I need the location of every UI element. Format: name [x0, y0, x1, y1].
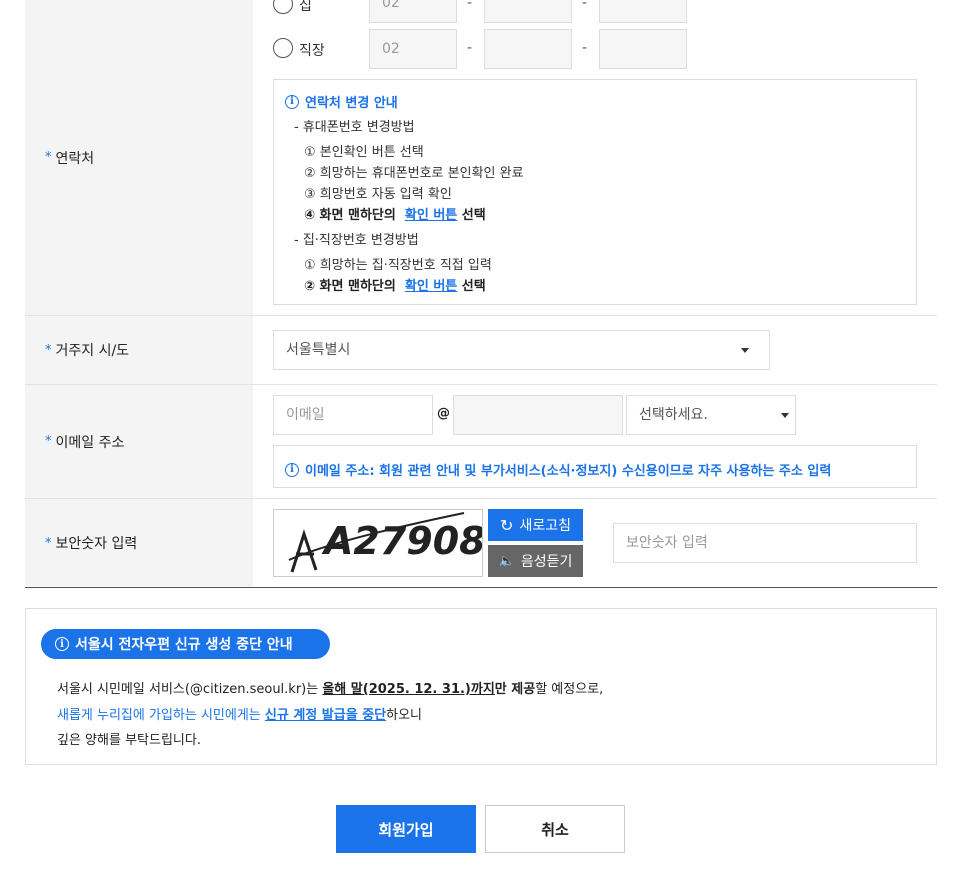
notice-line-2: 새롭게 누리집에 가입하는 시민에게는 신규 계정 발급을 중단하오니	[57, 708, 422, 723]
email-domain-select[interactable]: 선택하세요.	[626, 395, 796, 435]
confirm-button-link[interactable]: 확인 버튼	[405, 208, 457, 223]
notice-box: i 서울시 전자우편 신규 생성 중단 안내 서울시 시민메일 서비스(@citi…	[25, 608, 937, 765]
label-region: * 거주지 시/도	[25, 316, 253, 384]
chevron-down-icon	[741, 348, 749, 353]
home-tel-last[interactable]	[599, 0, 687, 23]
label-email: * 이메일 주소	[25, 385, 253, 498]
contact-info-box: i 연락처 변경 안내 - 휴대폰번호 변경방법 ① 본인확인 버튼 선택 ② 희…	[273, 79, 917, 305]
chevron-down-icon	[781, 413, 789, 418]
info-icon: i	[55, 637, 69, 651]
captcha-image: A27908	[273, 509, 483, 577]
signup-button[interactable]: 회원가입	[336, 805, 476, 853]
captcha-refresh-button[interactable]: ↻ 새로고침	[488, 509, 583, 541]
notice-title-pill: i 서울시 전자우편 신규 생성 중단 안내	[41, 629, 330, 659]
region-select[interactable]: 서울특별시	[273, 330, 770, 370]
contact-info-title: i 연락처 변경 안내	[285, 92, 398, 111]
speaker-icon: 🔈	[498, 553, 515, 569]
home-area-code[interactable]: 02	[369, 0, 457, 23]
confirm-button-link-2[interactable]: 확인 버튼	[405, 279, 457, 294]
radio-work[interactable]	[273, 38, 293, 58]
radio-work-label: 직장	[299, 43, 325, 59]
work-area-code[interactable]: 02	[369, 29, 457, 69]
captcha-audio-button[interactable]: 🔈 음성듣기	[488, 545, 583, 577]
captcha-text: A27908	[321, 519, 483, 563]
label-captcha: * 보안숫자 입력	[25, 499, 253, 587]
row-region: * 거주지 시/도 서울특별시	[25, 316, 937, 385]
row-captcha: * 보안숫자 입력 A27908 ↻ 새로고침 🔈 음성듣기 보안숫자 입력	[25, 499, 937, 588]
info-icon: i	[285, 462, 299, 477]
captcha-graphic: A27908	[288, 512, 483, 573]
notice-line-1: 서울시 시민메일 서비스(@citizen.seoul.kr)는 올해 말(20…	[57, 682, 604, 697]
cancel-button[interactable]: 취소	[485, 805, 625, 853]
work-tel-middle[interactable]	[484, 29, 572, 69]
email-at-sign: @	[437, 406, 450, 421]
home-tel-middle[interactable]	[484, 0, 572, 23]
row-contact: * 연락처 집 02 - - 직장 02 - - i 연락처 변경 안내 - 휴대	[25, 0, 937, 316]
work-tel-last[interactable]	[599, 29, 687, 69]
email-local-input[interactable]: 이메일	[273, 395, 433, 435]
email-domain-input[interactable]	[453, 395, 623, 435]
radio-home[interactable]	[273, 0, 293, 14]
form-table: * 연락처 집 02 - - 직장 02 - - i 연락처 변경 안내 - 휴대	[25, 0, 937, 588]
info-icon: i	[285, 94, 299, 109]
row-email: * 이메일 주소 이메일 @ 선택하세요. i 이메일 주소: 회원 관련 안내 및…	[25, 385, 937, 499]
radio-home-label: 집	[299, 0, 312, 14]
captcha-input[interactable]: 보안숫자 입력	[613, 523, 917, 563]
refresh-icon: ↻	[500, 515, 514, 535]
email-info-box: i 이메일 주소: 회원 관련 안내 및 부가서비스(소식·정보지) 수신용이므로…	[273, 445, 917, 488]
label-contact: * 연락처	[25, 0, 253, 315]
notice-line-3: 깊은 양해를 부탁드립니다.	[57, 733, 201, 748]
